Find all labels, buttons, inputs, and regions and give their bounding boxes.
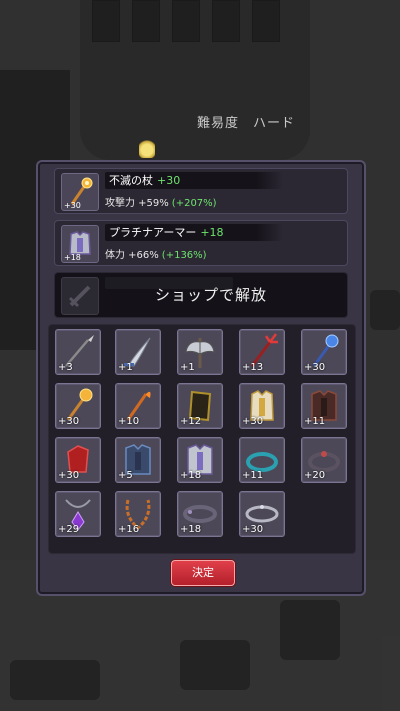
item-plus: +30 xyxy=(157,174,181,187)
item-level: +18 xyxy=(64,253,81,262)
item-name-bar: 不滅の杖 +30 xyxy=(105,172,283,189)
item-level: +18 xyxy=(180,524,202,535)
equipped-armor-slot[interactable]: +18 プラチナアーマー +18 体力 +66% (+136%) xyxy=(54,220,348,266)
item-level: +10 xyxy=(118,416,140,427)
item-level: +11 xyxy=(242,470,264,481)
inventory-item[interactable]: +18 xyxy=(177,491,223,537)
item-level: +16 xyxy=(118,524,140,535)
equipped-armor-thumb[interactable]: +18 xyxy=(61,225,99,263)
confirm-button[interactable]: 決定 xyxy=(171,560,235,586)
torch-flame-icon xyxy=(139,138,155,158)
inventory-item[interactable]: +20 xyxy=(301,437,347,483)
locked-slot[interactable]: ショップで解放 xyxy=(54,272,348,318)
inventory-item[interactable]: +30 xyxy=(55,437,101,483)
item-level: +20 xyxy=(304,470,326,481)
difficulty-value: ハード xyxy=(253,116,296,131)
inventory-item[interactable]: +10 xyxy=(115,383,161,429)
inventory-item[interactable]: +30 xyxy=(301,329,347,375)
difficulty-indicator: 難易度 ハード xyxy=(197,112,309,131)
item-level: +1 xyxy=(118,362,133,373)
inventory-item[interactable]: +5 xyxy=(115,437,161,483)
stat-percent: (+136%) xyxy=(161,250,207,261)
item-level: +30 xyxy=(58,470,80,481)
unlock-in-shop-label: ショップで解放 xyxy=(154,286,267,304)
item-stat: 攻撃力 +59% (+207%) xyxy=(105,194,217,209)
equipment-panel: +30 不滅の杖 +30 攻撃力 +59% (+207%) +18 プラチナアーマー… xyxy=(36,160,366,596)
item-level: +3 xyxy=(58,362,73,373)
inventory-item[interactable]: +29 xyxy=(55,491,101,537)
inventory-item[interactable]: +1 xyxy=(115,329,161,375)
item-plus: +18 xyxy=(200,226,224,239)
item-level: +29 xyxy=(58,524,80,535)
inventory-item[interactable]: +18 xyxy=(177,437,223,483)
item-name-bar: プラチナアーマー +18 xyxy=(105,224,283,241)
inventory-item[interactable]: +30 xyxy=(55,383,101,429)
item-level: +18 xyxy=(180,470,202,481)
inventory-grid: +3 +1 +1 +13 +30 +30 +10 +12 +30 +11 +30… xyxy=(48,324,356,554)
item-stat: 体力 +66% (+136%) xyxy=(105,246,207,261)
inventory-item[interactable]: +30 xyxy=(239,491,285,537)
inventory-item[interactable]: +11 xyxy=(239,437,285,483)
item-level: +11 xyxy=(304,416,326,427)
inventory-item[interactable]: +30 xyxy=(239,383,285,429)
item-level: +30 xyxy=(58,416,80,427)
item-level: +1 xyxy=(180,362,195,373)
item-name: 不滅の杖 xyxy=(109,174,153,187)
item-level: +30 xyxy=(304,362,326,373)
stat-value: 体力 +66% xyxy=(105,250,159,261)
item-level: +5 xyxy=(118,470,133,481)
difficulty-label: 難易度 xyxy=(197,116,240,131)
item-level: +12 xyxy=(180,416,202,427)
equipped-weapon-thumb[interactable]: +30 xyxy=(61,173,99,211)
inventory-item[interactable]: +3 xyxy=(55,329,101,375)
item-name: プラチナアーマー xyxy=(109,226,197,239)
item-level: +30 xyxy=(242,416,264,427)
equipped-weapon-slot[interactable]: +30 不滅の杖 +30 攻撃力 +59% (+207%) xyxy=(54,168,348,214)
inventory-item[interactable]: +11 xyxy=(301,383,347,429)
item-level: +30 xyxy=(242,524,264,535)
item-level: +13 xyxy=(242,362,264,373)
inventory-item[interactable]: +16 xyxy=(115,491,161,537)
stat-percent: (+207%) xyxy=(171,198,217,209)
inventory-item[interactable]: +1 xyxy=(177,329,223,375)
stat-value: 攻撃力 +59% xyxy=(105,198,169,209)
item-level: +30 xyxy=(64,201,81,210)
inventory-item[interactable]: +13 xyxy=(239,329,285,375)
inventory-item[interactable]: +12 xyxy=(177,383,223,429)
